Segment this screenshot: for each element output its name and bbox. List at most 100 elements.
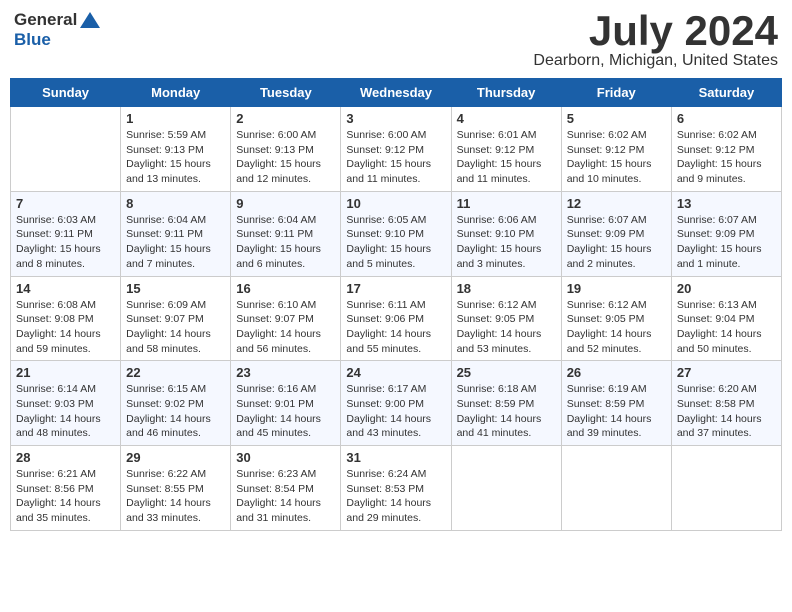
calendar-cell: 24 Sunrise: 6:17 AM Sunset: 9:00 PM Dayli…: [341, 361, 451, 446]
calendar-cell: 14 Sunrise: 6:08 AM Sunset: 9:08 PM Dayli…: [11, 276, 121, 361]
calendar-week-3: 14 Sunrise: 6:08 AM Sunset: 9:08 PM Dayli…: [11, 276, 782, 361]
day-info: Sunrise: 6:03 AM Sunset: 9:11 PM Dayligh…: [16, 213, 115, 272]
calendar-cell: 10 Sunrise: 6:05 AM Sunset: 9:10 PM Dayli…: [341, 191, 451, 276]
logo-blue-text: Blue: [14, 30, 51, 49]
calendar-cell: 1 Sunrise: 5:59 AM Sunset: 9:13 PM Daylig…: [121, 107, 231, 192]
day-info: Sunrise: 6:19 AM Sunset: 8:59 PM Dayligh…: [567, 382, 666, 441]
calendar-week-5: 28Sunrise: 6:21 AM Sunset: 8:56 PM Dayli…: [11, 446, 782, 531]
day-number: 2: [236, 111, 335, 126]
day-number: 21: [16, 365, 115, 380]
day-number: 23: [236, 365, 335, 380]
calendar-cell: 8Sunrise: 6:04 AM Sunset: 9:11 PM Daylig…: [121, 191, 231, 276]
calendar-cell: 12 Sunrise: 6:07 AM Sunset: 9:09 PM Dayli…: [561, 191, 671, 276]
calendar-cell: 30 Sunrise: 6:23 AM Sunset: 8:54 PM Dayli…: [231, 446, 341, 531]
day-number: 12: [567, 196, 666, 211]
calendar-cell: 6Sunrise: 6:02 AM Sunset: 9:12 PM Daylig…: [671, 107, 781, 192]
weekday-header-tuesday: Tuesday: [231, 79, 341, 107]
day-info: Sunrise: 6:18 AM Sunset: 8:59 PM Dayligh…: [457, 382, 556, 441]
day-info: Sunrise: 6:15 AM Sunset: 9:02 PM Dayligh…: [126, 382, 225, 441]
calendar-cell: 27Sunrise: 6:20 AM Sunset: 8:58 PM Dayli…: [671, 361, 781, 446]
logo-icon: [79, 11, 101, 29]
day-info: Sunrise: 6:21 AM Sunset: 8:56 PM Dayligh…: [16, 467, 115, 526]
weekday-header-saturday: Saturday: [671, 79, 781, 107]
day-info: Sunrise: 6:01 AM Sunset: 9:12 PM Dayligh…: [457, 128, 556, 187]
day-number: 24: [346, 365, 445, 380]
day-info: Sunrise: 6:10 AM Sunset: 9:07 PM Dayligh…: [236, 298, 335, 357]
location-title: Dearborn, Michigan, United States: [533, 52, 778, 70]
day-number: 14: [16, 281, 115, 296]
weekday-header-wednesday: Wednesday: [341, 79, 451, 107]
day-info: Sunrise: 6:14 AM Sunset: 9:03 PM Dayligh…: [16, 382, 115, 441]
day-info: Sunrise: 6:22 AM Sunset: 8:55 PM Dayligh…: [126, 467, 225, 526]
day-info: Sunrise: 6:09 AM Sunset: 9:07 PM Dayligh…: [126, 298, 225, 357]
calendar-cell: 18Sunrise: 6:12 AM Sunset: 9:05 PM Dayli…: [451, 276, 561, 361]
weekday-header-monday: Monday: [121, 79, 231, 107]
day-number: 19: [567, 281, 666, 296]
day-number: 8: [126, 196, 225, 211]
day-info: Sunrise: 6:11 AM Sunset: 9:06 PM Dayligh…: [346, 298, 445, 357]
day-number: 15: [126, 281, 225, 296]
day-number: 11: [457, 196, 556, 211]
day-number: 3: [346, 111, 445, 126]
title-area: July 2024 Dearborn, Michigan, United Sta…: [533, 10, 778, 70]
calendar-cell: 23 Sunrise: 6:16 AM Sunset: 9:01 PM Dayli…: [231, 361, 341, 446]
calendar-cell: 13Sunrise: 6:07 AM Sunset: 9:09 PM Dayli…: [671, 191, 781, 276]
day-info: Sunrise: 6:07 AM Sunset: 9:09 PM Dayligh…: [677, 213, 776, 272]
day-number: 31: [346, 450, 445, 465]
day-number: 4: [457, 111, 556, 126]
day-number: 1: [126, 111, 225, 126]
calendar-cell: 28Sunrise: 6:21 AM Sunset: 8:56 PM Dayli…: [11, 446, 121, 531]
day-number: 6: [677, 111, 776, 126]
logo: General Blue: [14, 10, 101, 50]
calendar-cell: 31 Sunrise: 6:24 AM Sunset: 8:53 PM Dayli…: [341, 446, 451, 531]
day-info: Sunrise: 6:08 AM Sunset: 9:08 PM Dayligh…: [16, 298, 115, 357]
calendar-body: 1 Sunrise: 5:59 AM Sunset: 9:13 PM Daylig…: [11, 107, 782, 531]
day-info: Sunrise: 6:23 AM Sunset: 8:54 PM Dayligh…: [236, 467, 335, 526]
day-info: Sunrise: 6:04 AM Sunset: 9:11 PM Dayligh…: [236, 213, 335, 272]
calendar-cell: 29Sunrise: 6:22 AM Sunset: 8:55 PM Dayli…: [121, 446, 231, 531]
day-info: Sunrise: 6:07 AM Sunset: 9:09 PM Dayligh…: [567, 213, 666, 272]
day-info: Sunrise: 6:17 AM Sunset: 9:00 PM Dayligh…: [346, 382, 445, 441]
logo-general-text: General: [14, 10, 77, 30]
calendar-cell: [451, 446, 561, 531]
day-info: Sunrise: 6:06 AM Sunset: 9:10 PM Dayligh…: [457, 213, 556, 272]
day-info: Sunrise: 6:24 AM Sunset: 8:53 PM Dayligh…: [346, 467, 445, 526]
day-number: 27: [677, 365, 776, 380]
calendar-cell: 22 Sunrise: 6:15 AM Sunset: 9:02 PM Dayli…: [121, 361, 231, 446]
calendar-cell: 26 Sunrise: 6:19 AM Sunset: 8:59 PM Dayli…: [561, 361, 671, 446]
calendar-cell: 5 Sunrise: 6:02 AM Sunset: 9:12 PM Daylig…: [561, 107, 671, 192]
day-number: 22: [126, 365, 225, 380]
day-info: Sunrise: 6:13 AM Sunset: 9:04 PM Dayligh…: [677, 298, 776, 357]
day-number: 26: [567, 365, 666, 380]
calendar-cell: 11 Sunrise: 6:06 AM Sunset: 9:10 PM Dayli…: [451, 191, 561, 276]
calendar-cell: 19 Sunrise: 6:12 AM Sunset: 9:05 PM Dayli…: [561, 276, 671, 361]
weekday-header-friday: Friday: [561, 79, 671, 107]
day-info: Sunrise: 6:00 AM Sunset: 9:12 PM Dayligh…: [346, 128, 445, 187]
header: General Blue July 2024 Dearborn, Michiga…: [10, 10, 782, 70]
calendar-cell: [671, 446, 781, 531]
calendar-cell: 7Sunrise: 6:03 AM Sunset: 9:11 PM Daylig…: [11, 191, 121, 276]
day-info: Sunrise: 5:59 AM Sunset: 9:13 PM Dayligh…: [126, 128, 225, 187]
day-number: 5: [567, 111, 666, 126]
day-number: 9: [236, 196, 335, 211]
weekday-header-thursday: Thursday: [451, 79, 561, 107]
calendar-cell: 25 Sunrise: 6:18 AM Sunset: 8:59 PM Dayli…: [451, 361, 561, 446]
day-number: 30: [236, 450, 335, 465]
calendar-cell: [561, 446, 671, 531]
day-number: 25: [457, 365, 556, 380]
calendar-cell: 16Sunrise: 6:10 AM Sunset: 9:07 PM Dayli…: [231, 276, 341, 361]
day-info: Sunrise: 6:00 AM Sunset: 9:13 PM Dayligh…: [236, 128, 335, 187]
calendar-cell: 3 Sunrise: 6:00 AM Sunset: 9:12 PM Daylig…: [341, 107, 451, 192]
calendar-cell: [11, 107, 121, 192]
calendar-cell: 17Sunrise: 6:11 AM Sunset: 9:06 PM Dayli…: [341, 276, 451, 361]
day-info: Sunrise: 6:12 AM Sunset: 9:05 PM Dayligh…: [457, 298, 556, 357]
weekday-row: SundayMondayTuesdayWednesdayThursdayFrid…: [11, 79, 782, 107]
calendar-cell: 4 Sunrise: 6:01 AM Sunset: 9:12 PM Daylig…: [451, 107, 561, 192]
day-info: Sunrise: 6:16 AM Sunset: 9:01 PM Dayligh…: [236, 382, 335, 441]
day-info: Sunrise: 6:12 AM Sunset: 9:05 PM Dayligh…: [567, 298, 666, 357]
day-info: Sunrise: 6:02 AM Sunset: 9:12 PM Dayligh…: [567, 128, 666, 187]
calendar-cell: 15 Sunrise: 6:09 AM Sunset: 9:07 PM Dayli…: [121, 276, 231, 361]
day-info: Sunrise: 6:05 AM Sunset: 9:10 PM Dayligh…: [346, 213, 445, 272]
calendar-header: SundayMondayTuesdayWednesdayThursdayFrid…: [11, 79, 782, 107]
day-number: 10: [346, 196, 445, 211]
